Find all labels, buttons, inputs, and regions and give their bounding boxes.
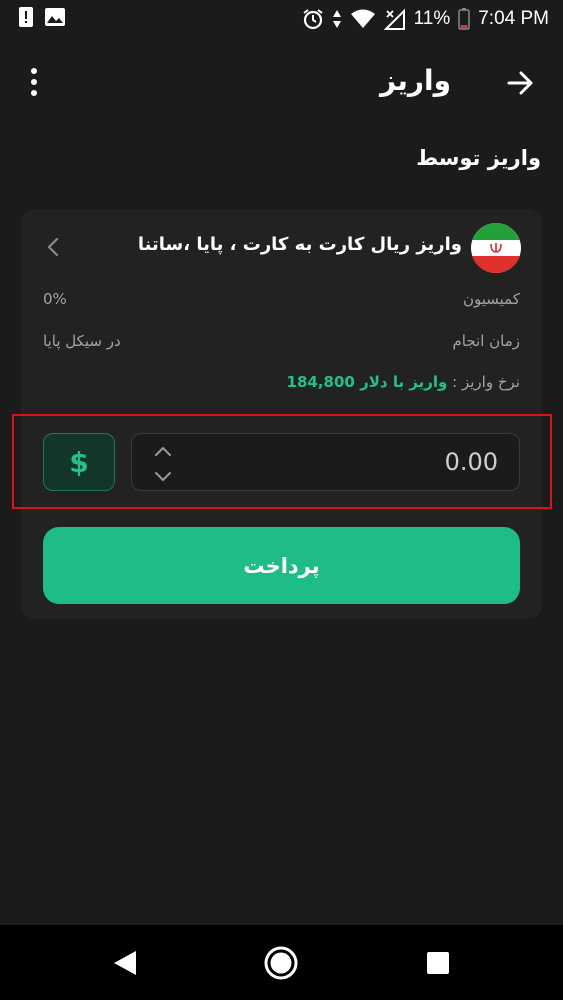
deposit-method-row[interactable]: واریز ریال کارت به کارت ، پایا ،ساتنا: [21, 223, 542, 275]
data-arrows-icon: [332, 8, 342, 30]
app-bar: واریز: [0, 54, 563, 110]
arrow-right-icon[interactable]: [505, 68, 535, 98]
amount-stepper[interactable]: [152, 442, 174, 484]
nav-back-icon[interactable]: [111, 949, 139, 977]
commission-value: 0%: [43, 290, 67, 308]
alarm-icon: [302, 8, 324, 30]
pay-button[interactable]: پرداخت: [43, 527, 520, 604]
wifi-icon: [350, 9, 376, 29]
chevron-down-icon[interactable]: [152, 468, 174, 486]
battery-percent: 11%: [413, 8, 451, 29]
amount-input[interactable]: [188, 434, 498, 489]
deposit-rate-row: نرخ واریز : واریز با دلار 184,800: [287, 373, 520, 391]
navigation-bar: [0, 925, 563, 1000]
processing-time-value: در سیکل پایا: [43, 332, 121, 350]
deposit-rate-value: واریز با دلار 184,800: [286, 373, 448, 391]
section-title: واریز توسط: [416, 146, 541, 170]
chevron-left-icon[interactable]: [43, 236, 65, 258]
iran-flag-icon: [471, 223, 521, 273]
clock-time: 7:04 PM: [478, 8, 549, 29]
image-icon: [44, 7, 66, 31]
deposit-method-title: واریز ریال کارت به کارت ، پایا ،ساتنا: [137, 234, 462, 255]
deposit-rate-label: نرخ واریز :: [452, 373, 520, 391]
commission-row: کمیسیون 0%: [21, 290, 542, 314]
processing-time-row: زمان انجام در سیکل پایا: [21, 332, 542, 356]
page-title: واریز: [379, 64, 451, 97]
amount-field[interactable]: [131, 433, 520, 491]
nav-recent-apps-icon[interactable]: [426, 951, 450, 975]
status-bar: 11% 7:04 PM: [0, 0, 563, 38]
chevron-up-icon[interactable]: [152, 442, 174, 460]
battery-icon: [458, 8, 470, 30]
currency-button[interactable]: $: [43, 433, 115, 491]
nav-home-icon[interactable]: [264, 946, 298, 980]
processing-time-label: زمان انجام: [452, 332, 520, 350]
signal-icon: [383, 8, 406, 30]
alert-icon: [18, 6, 34, 32]
more-vertical-icon[interactable]: [22, 66, 46, 98]
commission-label: کمیسیون: [462, 290, 520, 308]
